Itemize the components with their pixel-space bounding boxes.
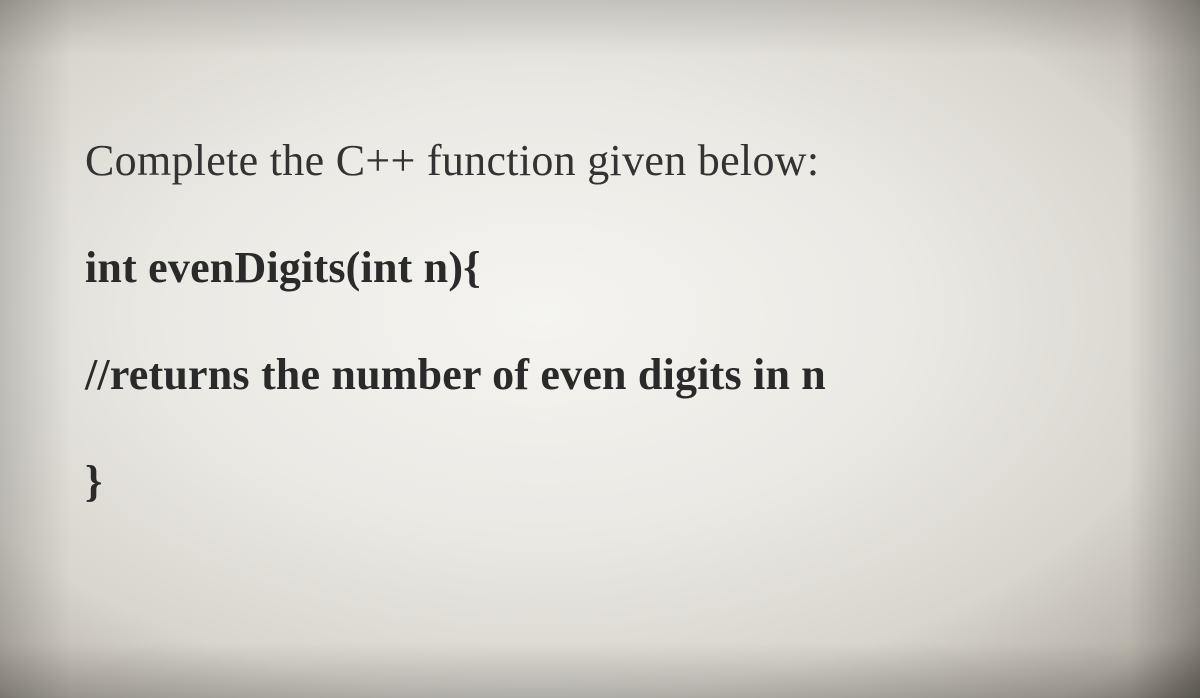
intro-text: Complete the C++ function given below: bbox=[85, 135, 1115, 186]
code-line-comment: //returns the number of even digits in n bbox=[85, 349, 1115, 400]
code-line-signature: int evenDigits(int n){ bbox=[85, 242, 1115, 293]
document-content: Complete the C++ function given below: i… bbox=[85, 135, 1115, 507]
code-line-closing-brace: } bbox=[85, 456, 1115, 507]
